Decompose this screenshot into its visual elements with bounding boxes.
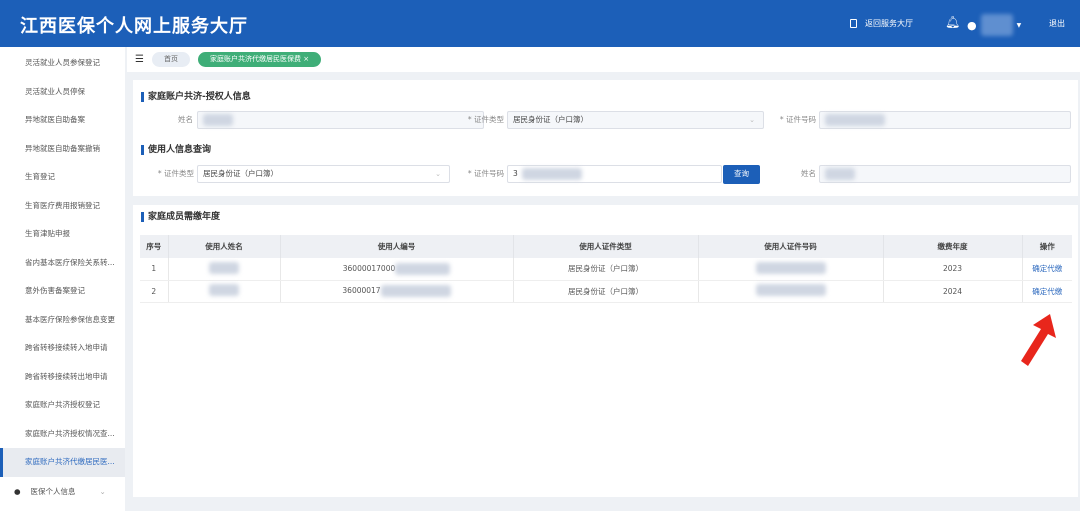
sidebar-item[interactable]: 灵活就业人员参保登记 <box>0 49 125 78</box>
app-header: 江西医保个人网上服务大厅 返回服务大厅 🔔︎ ● ▼ 退出 <box>0 0 1080 47</box>
code-visible: 36000017 <box>342 286 381 295</box>
sidebar-group-label: 医保个人信息 <box>30 487 76 496</box>
cell-code: 36000017000 <box>280 258 514 281</box>
cell-name-masked <box>168 258 281 281</box>
sidebar-item[interactable]: 生育津贴申报 <box>0 220 125 249</box>
tab-current[interactable]: 家庭账户共济代缴居民医保费 × <box>197 52 322 67</box>
auth-name-label: 姓名 <box>178 115 193 124</box>
exit-door-icon <box>850 19 857 28</box>
family-card: 家庭成员需缴年度 序号 使用人姓名 使用人编号 使用人证件类型 使用人证件号码 … <box>133 205 1078 497</box>
sidebar-item[interactable]: 意外伤害备案登记 <box>0 277 125 306</box>
auth-idno-label: * 证件号码 <box>779 115 816 124</box>
cell-no: 2 <box>140 280 169 303</box>
tab-current-label: 家庭账户共济代缴居民医保费 <box>209 55 301 63</box>
sidebar-item[interactable]: 跨省转移接续转入地申请 <box>0 334 125 363</box>
red-arrow-annotation-icon <box>1021 314 1056 366</box>
col-header: 使用人证件号码 <box>698 235 884 258</box>
chevron-down-icon: ▼ <box>1016 21 1022 29</box>
username-masked <box>980 14 1013 36</box>
sidebar-item[interactable]: 异地就医自助备案撤销 <box>0 135 125 164</box>
sidebar-item[interactable]: 灵活就业人员停保 <box>0 78 125 107</box>
back-link-label: 返回服务大厅 <box>865 19 913 28</box>
auth-idtype-label: * 证件类型 <box>467 115 504 124</box>
table-row: 1 36000017000 居民身份证（户口簿） 2023 确定代缴 <box>140 258 1072 281</box>
search-button[interactable]: 查询 <box>723 165 760 184</box>
sidebar: 灵活就业人员参保登记 灵活就业人员停保 异地就医自助备案 异地就医自助备案撤销 … <box>0 47 125 511</box>
section-title: 家庭账户共济-授权人信息 <box>141 92 251 102</box>
bell-icon[interactable]: 🔔︎ <box>945 15 960 29</box>
chevron-down-icon: ⌄ <box>749 116 755 124</box>
query-idno-input[interactable]: 3 <box>507 165 722 183</box>
section-title: 使用人信息查询 <box>141 145 211 155</box>
query-name-label: 姓名 <box>801 169 816 178</box>
query-idtype-label: * 证件类型 <box>157 169 194 178</box>
user-icon: ● <box>14 487 21 496</box>
cell-idtype: 居民身份证（户口簿） <box>513 258 699 281</box>
query-idtype-select[interactable]: 居民身份证（户口簿） ⌄ <box>197 165 450 183</box>
user-icon: ● <box>967 18 977 32</box>
col-header: 序号 <box>140 235 169 258</box>
sidebar-item-active[interactable]: 家庭账户共济代缴居民医... <box>0 448 125 477</box>
tab-bar: ☰ 首页 家庭账户共济代缴居民医保费 × <box>127 47 1080 72</box>
cell-idno-masked <box>698 280 884 303</box>
close-icon[interactable]: × <box>303 55 309 63</box>
confirm-pay-link[interactable]: 确定代缴 <box>1022 258 1072 281</box>
cell-year: 2023 <box>883 258 1023 281</box>
sidebar-item[interactable]: 跨省转移接续转出地申请 <box>0 363 125 392</box>
col-header: 使用人姓名 <box>168 235 281 258</box>
cell-idtype: 居民身份证（户口簿） <box>513 280 699 303</box>
table-row: 2 36000017 居民身份证（户口簿） 2024 确定代缴 <box>140 280 1072 303</box>
chevron-down-icon: ⌄ <box>435 170 441 178</box>
confirm-pay-link[interactable]: 确定代缴 <box>1022 280 1072 303</box>
sidebar-item[interactable]: 家庭账户共济授权登记 <box>0 391 125 420</box>
query-card: 家庭账户共济-授权人信息 姓名 * 证件类型 居民身份证（户口簿） ⌄ * 证件号… <box>133 80 1078 196</box>
sidebar-item[interactable]: 异地就医自助备案 <box>0 106 125 135</box>
back-to-hall-link[interactable]: 返回服务大厅 <box>850 18 913 29</box>
sidebar-item[interactable]: 家庭账户共济授权情况查... <box>0 420 125 449</box>
user-menu[interactable]: ● ▼ <box>967 14 1021 36</box>
query-idno-value: 3 <box>513 169 518 178</box>
chevron-down-icon: ⌄ <box>99 487 106 496</box>
auth-idtype-select: 居民身份证（户口簿） ⌄ <box>507 111 764 129</box>
app-title: 江西医保个人网上服务大厅 <box>20 16 248 37</box>
col-header: 操作 <box>1022 235 1072 258</box>
query-idtype-value: 居民身份证（户口簿） <box>203 169 278 178</box>
col-header: 缴费年度 <box>883 235 1023 258</box>
auth-name-field <box>197 111 484 129</box>
family-table: 序号 使用人姓名 使用人编号 使用人证件类型 使用人证件号码 缴费年度 操作 1… <box>140 235 1072 303</box>
sidebar-item[interactable]: 基本医疗保险参保信息变更 <box>0 306 125 335</box>
col-header: 使用人编号 <box>280 235 514 258</box>
table-header-row: 序号 使用人姓名 使用人编号 使用人证件类型 使用人证件号码 缴费年度 操作 <box>140 235 1072 258</box>
auth-idtype-value: 居民身份证（户口簿） <box>513 115 588 124</box>
sidebar-item[interactable]: 生育登记 <box>0 163 125 192</box>
cell-year: 2024 <box>883 280 1023 303</box>
auth-idno-field <box>819 111 1071 129</box>
col-header: 使用人证件类型 <box>513 235 699 258</box>
sidebar-group-personal-info[interactable]: ● 医保个人信息 ⌄ <box>0 477 125 507</box>
query-idno-label: * 证件号码 <box>467 169 504 178</box>
logout-button[interactable]: 退出 <box>1049 18 1065 29</box>
cell-name-masked <box>168 280 281 303</box>
cell-idno-masked <box>698 258 884 281</box>
cell-code: 36000017 <box>280 280 514 303</box>
cell-no: 1 <box>140 258 169 281</box>
tab-home[interactable]: 首页 <box>151 52 190 67</box>
sidebar-item[interactable]: 生育医疗费用报销登记 <box>0 192 125 221</box>
section-title: 家庭成员需缴年度 <box>141 212 220 222</box>
query-name-field <box>819 165 1071 183</box>
menu-collapse-icon[interactable]: ☰ <box>135 54 144 65</box>
sidebar-item[interactable]: 省内基本医疗保险关系转... <box>0 249 125 278</box>
code-visible: 36000017000 <box>342 263 396 273</box>
